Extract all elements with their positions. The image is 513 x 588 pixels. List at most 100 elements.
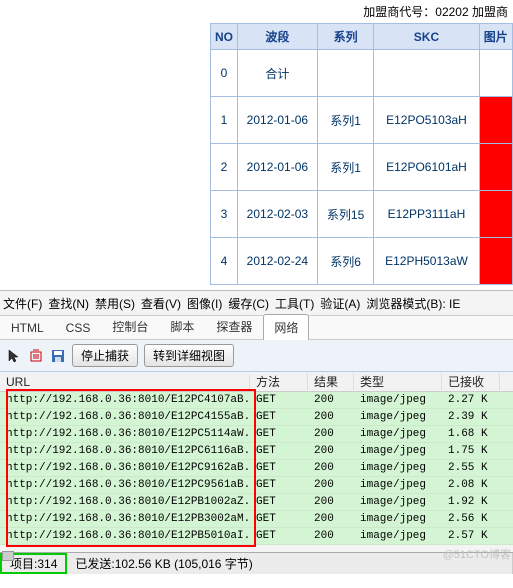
- cell-wave: 2012-01-06: [237, 144, 317, 191]
- net-url: http://192.168.0.36:8010/E12PC9162aB.jpg: [0, 462, 250, 474]
- tab-css[interactable]: CSS: [55, 316, 102, 339]
- net-r: 200: [308, 496, 354, 508]
- table-row[interactable]: 0合计: [211, 50, 513, 97]
- net-m: GET: [250, 411, 308, 423]
- menu-disable[interactable]: 禁用(S): [92, 295, 138, 312]
- cell-no: 2: [211, 144, 238, 191]
- network-row[interactable]: http://192.168.0.36:8010/E12PC6116aB.jpg…: [0, 443, 513, 460]
- col-method[interactable]: 方法: [250, 373, 308, 390]
- net-m: GET: [250, 462, 308, 474]
- network-body[interactable]: http://192.168.0.36:8010/E12PC4107aB.jpg…: [0, 392, 513, 552]
- network-row[interactable]: http://192.168.0.36:8010/E12PB3002aM.jpg…: [0, 511, 513, 528]
- th-skc[interactable]: SKC: [374, 24, 479, 50]
- net-t: image/jpeg: [354, 394, 442, 406]
- menu-browsermode[interactable]: 浏览器模式(B): IE: [363, 295, 463, 312]
- net-t: image/jpeg: [354, 513, 442, 525]
- save-icon[interactable]: [50, 348, 66, 364]
- net-t: image/jpeg: [354, 462, 442, 474]
- net-m: GET: [250, 530, 308, 542]
- net-r: 200: [308, 394, 354, 406]
- net-url: http://192.168.0.36:8010/E12PB5010aI.jpg: [0, 530, 250, 542]
- table-row[interactable]: 22012-01-06系列1E12PO6101aH: [211, 144, 513, 191]
- network-row[interactable]: http://192.168.0.36:8010/E12PB5010aI.jpg…: [0, 528, 513, 545]
- net-s: 1.75 K: [442, 445, 500, 457]
- network-row[interactable]: http://192.168.0.36:8010/E12PC4155aB.jpg…: [0, 409, 513, 426]
- menu-view[interactable]: 查看(V): [138, 295, 184, 312]
- net-s: 1.68 K: [442, 428, 500, 440]
- net-s: 2.56 K: [442, 513, 500, 525]
- col-result[interactable]: 结果: [308, 373, 354, 390]
- tab-console[interactable]: 控制台: [101, 313, 159, 339]
- menu-verify[interactable]: 验证(A): [317, 295, 363, 312]
- cell-series: 系列15: [317, 191, 374, 238]
- cell-wave: 2012-02-24: [237, 238, 317, 285]
- net-url: http://192.168.0.36:8010/E12PC5114aW.jpg: [0, 428, 250, 440]
- net-r: 200: [308, 479, 354, 491]
- menu-tool[interactable]: 工具(T): [272, 295, 317, 312]
- network-header: URL 方法 结果 类型 已接收: [0, 372, 513, 392]
- col-recv[interactable]: 已接收: [442, 373, 500, 390]
- status-bar: 项目: 314 已发送: 102.56 KB (105,016 字节): [0, 552, 513, 574]
- net-r: 200: [308, 530, 354, 542]
- table-row[interactable]: 32012-02-03系列15E12PP3111aH: [211, 191, 513, 238]
- cell-skc: E12PP3111aH: [374, 191, 479, 238]
- net-r: 200: [308, 445, 354, 457]
- cell-skc: E12PH5013aW: [374, 238, 479, 285]
- net-s: 2.39 K: [442, 411, 500, 423]
- tab-html[interactable]: HTML: [0, 316, 55, 339]
- horizontal-scrollbar[interactable]: [2, 551, 14, 561]
- watermark: @51CTO博客: [443, 546, 511, 562]
- th-wave[interactable]: 波段: [237, 24, 317, 50]
- net-s: 2.57 K: [442, 530, 500, 542]
- table-row[interactable]: 42012-02-24系列6E12PH5013aW: [211, 238, 513, 285]
- cell-skc: E12PO6101aH: [374, 144, 479, 191]
- th-no[interactable]: NO: [211, 24, 238, 50]
- network-row[interactable]: http://192.168.0.36:8010/E12PC9561aB.jpg…: [0, 477, 513, 494]
- cell-series: [317, 50, 374, 97]
- net-url: http://192.168.0.36:8010/E12PC4107aB.jpg: [0, 394, 250, 406]
- network-row[interactable]: http://192.168.0.36:8010/E12PC4107aB.jpg…: [0, 392, 513, 409]
- net-t: image/jpeg: [354, 479, 442, 491]
- tab-network[interactable]: 网络: [263, 314, 309, 340]
- network-row[interactable]: http://192.168.0.36:8010/E12PC5114aW.jpg…: [0, 426, 513, 443]
- net-t: image/jpeg: [354, 496, 442, 508]
- devtools-tabs: HTML CSS 控制台 脚本 探查器 网络: [0, 316, 513, 340]
- col-type[interactable]: 类型: [354, 373, 442, 390]
- net-m: GET: [250, 428, 308, 440]
- sent-label: 已发送:: [75, 555, 114, 572]
- cell-pic: [479, 191, 512, 238]
- cell-skc: E12PO5103aH: [374, 97, 479, 144]
- tab-script[interactable]: 脚本: [159, 313, 205, 339]
- net-r: 200: [308, 513, 354, 525]
- cell-pic: [479, 144, 512, 191]
- net-url: http://192.168.0.36:8010/E12PC9561aB.jpg: [0, 479, 250, 491]
- order-table: NO 波段 系列 SKC 图片 0合计12012-01-06系列1E12PO51…: [210, 23, 513, 285]
- cell-wave: 2012-02-03: [237, 191, 317, 238]
- network-row[interactable]: http://192.168.0.36:8010/E12PB1002aZ.jpg…: [0, 494, 513, 511]
- tab-profiler[interactable]: 探查器: [205, 313, 263, 339]
- menu-find[interactable]: 查找(N): [45, 295, 92, 312]
- clear-icon[interactable]: [28, 348, 44, 364]
- detail-view-button[interactable]: 转到详细视图: [144, 344, 234, 367]
- table-row[interactable]: 12012-01-06系列1E12PO5103aH: [211, 97, 513, 144]
- menu-file[interactable]: 文件(F): [0, 295, 45, 312]
- net-t: image/jpeg: [354, 411, 442, 423]
- cell-no: 1: [211, 97, 238, 144]
- th-series[interactable]: 系列: [317, 24, 374, 50]
- menu-image[interactable]: 图像(I): [184, 295, 225, 312]
- network-row[interactable]: http://192.168.0.36:8010/E12PC9162aB.jpg…: [0, 460, 513, 477]
- th-pic[interactable]: 图片: [479, 24, 512, 50]
- pointer-icon[interactable]: [6, 348, 22, 364]
- net-t: image/jpeg: [354, 530, 442, 542]
- cell-skc: [374, 50, 479, 97]
- project-count: 314: [37, 557, 57, 571]
- sent-value: 102.56 KB (105,016 字节): [115, 555, 253, 572]
- col-url[interactable]: URL: [0, 375, 250, 389]
- net-t: image/jpeg: [354, 445, 442, 457]
- menu-cache[interactable]: 缓存(C): [225, 295, 272, 312]
- stop-capture-button[interactable]: 停止捕获: [72, 344, 138, 367]
- net-r: 200: [308, 428, 354, 440]
- cell-pic: [479, 50, 512, 97]
- net-s: 2.55 K: [442, 462, 500, 474]
- cell-no: 4: [211, 238, 238, 285]
